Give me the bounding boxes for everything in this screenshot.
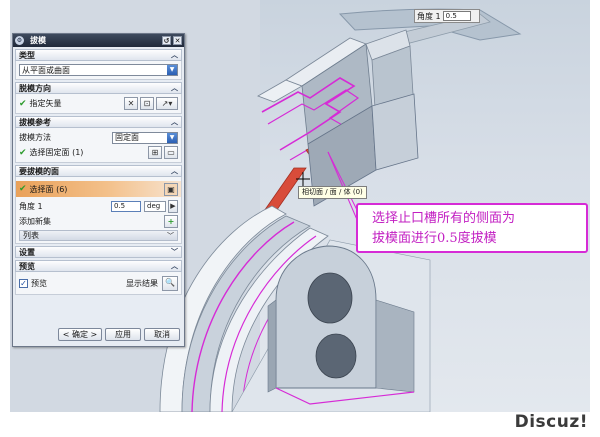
section-draw-direction[interactable]: 脱模方向 ︿ bbox=[15, 82, 182, 94]
add-set-icon[interactable]: + bbox=[164, 215, 178, 228]
plane-dialog-icon[interactable]: ⊞ bbox=[148, 146, 162, 159]
chevron-down-icon: ▼ bbox=[167, 132, 177, 143]
preview-checkbox[interactable]: ✓ bbox=[19, 278, 28, 288]
draft-dialog: ⚙ 拔模 ↺ ✕ 类型 ︿ 从平面或曲面 ▼ 脱模方向 ︿ ✔ 指定矢量 ✕ ⊡… bbox=[12, 33, 185, 347]
draft-method-dropdown[interactable]: 固定面 ▼ bbox=[112, 131, 178, 144]
angle-label: 角度 1 bbox=[19, 202, 43, 211]
chevron-up-icon: ︿ bbox=[171, 118, 178, 126]
section-type-label: 类型 bbox=[19, 50, 35, 60]
section-type[interactable]: 类型 ︿ bbox=[15, 49, 182, 61]
section-preview[interactable]: 预览 ︿ bbox=[15, 260, 182, 272]
draft-method-label: 拔模方法 bbox=[19, 133, 51, 142]
section-faces-label: 要拔模的面 bbox=[19, 166, 59, 176]
type-dropdown-value: 从平面或曲面 bbox=[22, 65, 70, 75]
section-draft-reference[interactable]: 拔模参考 ︿ bbox=[15, 116, 182, 128]
ok-button[interactable]: < 确定 > bbox=[58, 328, 102, 341]
vector-type-icon[interactable]: ↗▾ bbox=[156, 97, 178, 110]
show-result-label: 显示结果 bbox=[126, 278, 158, 288]
selection-tooltip: 相切面 / 面 / 体 (0) bbox=[298, 186, 367, 199]
specify-vector-label: 指定矢量 bbox=[29, 99, 62, 108]
add-new-set-label: 添加新集 bbox=[19, 217, 51, 226]
chevron-down-icon: ﹀ bbox=[167, 231, 174, 240]
callout-line-1: 选择止口槽所有的侧面为 bbox=[372, 211, 516, 226]
floating-angle-value[interactable]: 0.5 bbox=[442, 11, 471, 21]
callout-line-2: 拔模面进行0.5度拔模 bbox=[372, 231, 497, 246]
apply-button[interactable]: 应用 bbox=[105, 328, 141, 341]
select-fixed-face-label[interactable]: 选择固定面 (1) bbox=[30, 147, 146, 158]
watermark-text: Discuz! bbox=[514, 412, 588, 432]
hole-lower bbox=[315, 333, 357, 379]
draft-method-value: 固定面 bbox=[115, 133, 139, 142]
chevron-down-icon: ﹀ bbox=[171, 248, 178, 256]
dialog-titlebar[interactable]: ⚙ 拔模 ↺ ✕ bbox=[13, 34, 184, 47]
dialog-title: 拔模 bbox=[30, 36, 46, 45]
hole-upper bbox=[307, 272, 353, 324]
cancel-button[interactable]: 取消 bbox=[144, 328, 180, 341]
list-header[interactable]: 列表 ﹀ bbox=[19, 230, 178, 241]
reverse-direction-icon[interactable]: ✕ bbox=[124, 97, 138, 110]
vector-dialog-icon[interactable]: ⊡ bbox=[140, 97, 154, 110]
plane-icon[interactable]: ▭ bbox=[164, 146, 178, 159]
close-icon[interactable]: ✕ bbox=[173, 36, 182, 45]
section-faces-to-draft[interactable]: 要拔模的面 ︿ bbox=[15, 165, 182, 177]
angle-options-icon[interactable]: ▶ bbox=[168, 200, 178, 213]
dialog-footer: < 确定 > 应用 取消 bbox=[13, 328, 184, 341]
preview-label: 预览 bbox=[31, 278, 47, 288]
select-face-row[interactable]: ✔ 选择面 (6) ▣ bbox=[16, 181, 181, 197]
chevron-down-icon: ▼ bbox=[167, 65, 177, 75]
chevron-up-icon: ︿ bbox=[171, 167, 178, 175]
angle-input[interactable]: 0.5 bbox=[111, 201, 141, 212]
chevron-up-icon: ︿ bbox=[171, 262, 178, 270]
check-icon: ✔ bbox=[19, 147, 27, 158]
section-reference-label: 拔模参考 bbox=[19, 117, 51, 127]
section-preview-label: 预览 bbox=[19, 261, 35, 271]
floating-angle-input[interactable]: 角度 1 0.5 bbox=[414, 9, 480, 23]
chevron-up-icon: ︿ bbox=[171, 84, 178, 92]
type-dropdown[interactable]: 从平面或曲面 ▼ bbox=[19, 64, 178, 76]
check-icon: ✔ bbox=[19, 184, 27, 194]
list-label: 列表 bbox=[23, 231, 39, 240]
magnifier-icon[interactable]: 🔍 bbox=[162, 275, 178, 291]
select-face-label: 选择面 (6) bbox=[29, 184, 68, 194]
gear-icon: ⚙ bbox=[15, 36, 24, 45]
face-select-icon[interactable]: ▣ bbox=[164, 182, 178, 196]
floating-angle-label: 角度 1 bbox=[417, 11, 441, 21]
check-icon: ✔ bbox=[19, 98, 27, 109]
chevron-up-icon: ︿ bbox=[171, 51, 178, 59]
section-settings-label: 设置 bbox=[19, 247, 35, 257]
section-settings[interactable]: 设置 ﹀ bbox=[15, 246, 182, 258]
annotation-callout: 选择止口槽所有的侧面为 拔模面进行0.5度拔模 bbox=[356, 203, 588, 253]
section-direction-label: 脱模方向 bbox=[19, 83, 51, 93]
reset-icon[interactable]: ↺ bbox=[162, 36, 171, 45]
angle-unit[interactable]: deg bbox=[144, 201, 166, 212]
